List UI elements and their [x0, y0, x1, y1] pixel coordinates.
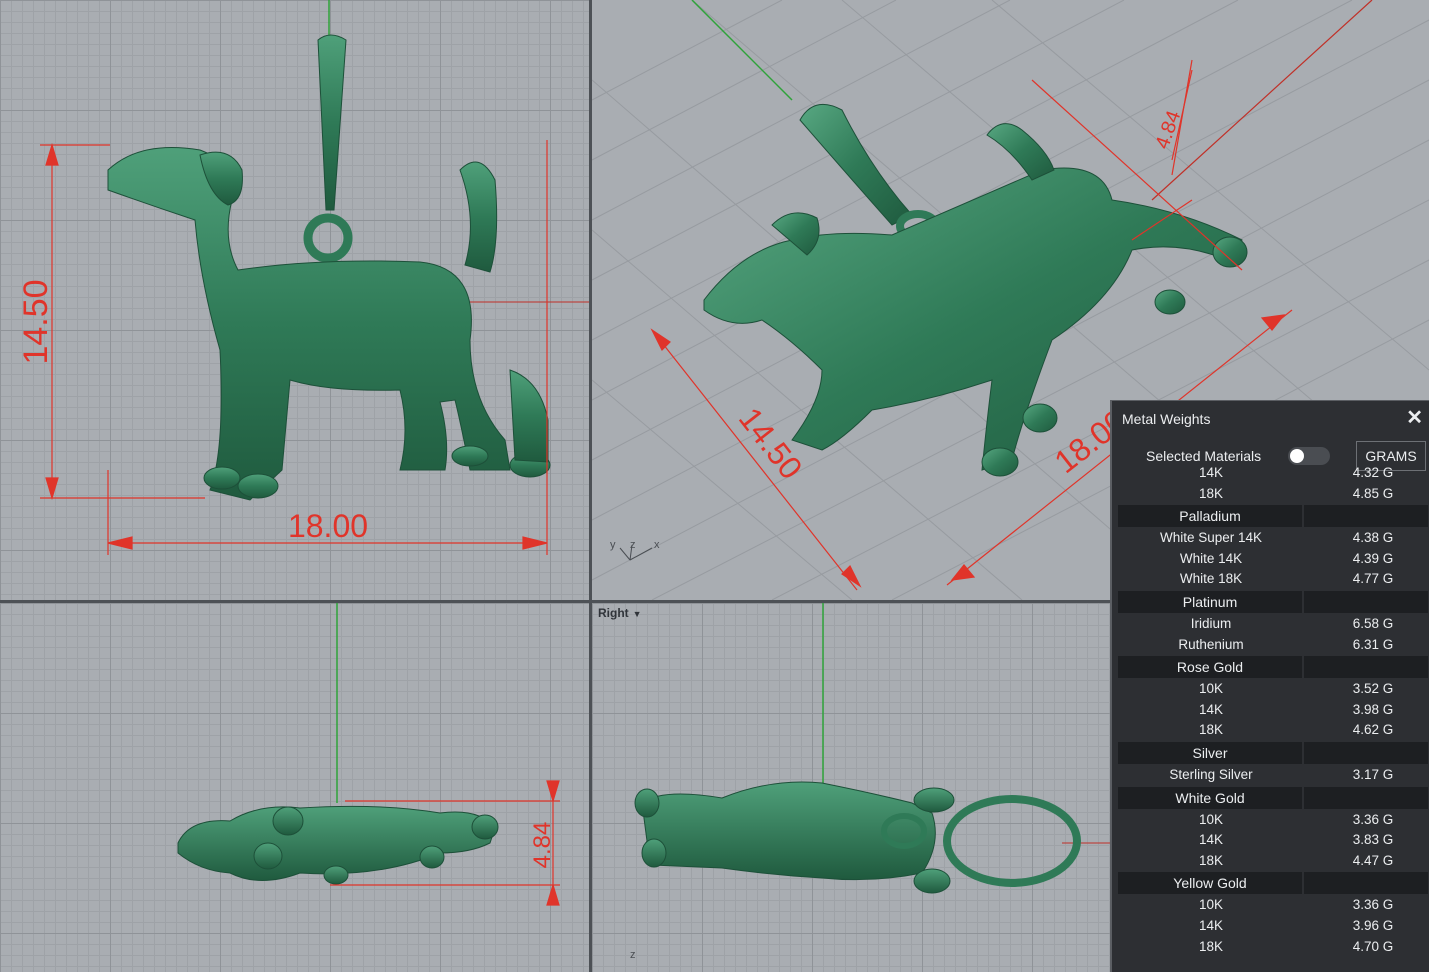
- weight-row[interactable]: 18K 4.70 G: [1118, 937, 1429, 958]
- material-weight: 3.36 G: [1352, 897, 1394, 913]
- axis-z-label: z: [630, 949, 636, 961]
- material-weight: 3.52 G: [1352, 681, 1394, 697]
- axis-z-label: z: [630, 539, 636, 551]
- material-name: White Super 14K: [1159, 530, 1263, 546]
- metal-group-header[interactable]: Platinum: [1118, 590, 1429, 613]
- material-name: 10K: [1198, 811, 1224, 827]
- axis-y-label: y: [610, 539, 616, 551]
- metal-group-name: Rose Gold: [1118, 656, 1302, 679]
- metal-weights-list[interactable]: 14K 4.32 G 18K 4.85 G Palladium White Super 1…: [1118, 465, 1429, 958]
- axis-x-label: x: [654, 539, 660, 551]
- weight-row[interactable]: 18K 4.62 G: [1118, 720, 1429, 741]
- metal-group-name: Yellow Gold: [1118, 872, 1302, 895]
- material-weight: 6.31 G: [1352, 636, 1394, 652]
- material-name: 10K: [1198, 897, 1224, 913]
- right-viewport-label[interactable]: Right ▼: [598, 606, 642, 620]
- material-weight: 4.39 G: [1352, 550, 1394, 566]
- metal-group-value-cell: [1304, 786, 1428, 809]
- metal-group-name: White Gold: [1118, 786, 1302, 809]
- top-viewport[interactable]: 4.84: [0, 603, 589, 972]
- metal-group-header[interactable]: Yellow Gold: [1118, 872, 1429, 895]
- metal-group-header[interactable]: Rose Gold: [1118, 656, 1429, 679]
- weight-row[interactable]: 14K 4.32 G: [1118, 463, 1429, 484]
- material-name: 18K: [1198, 485, 1224, 501]
- material-name: 18K: [1198, 722, 1224, 738]
- material-name: White 14K: [1179, 550, 1243, 566]
- weight-row[interactable]: 10K 3.36 G: [1118, 810, 1429, 831]
- material-name: 18K: [1198, 852, 1224, 868]
- material-name: 14K: [1198, 832, 1224, 848]
- material-weight: 4.62 G: [1352, 722, 1394, 738]
- panel-title: Metal Weights: [1122, 411, 1211, 427]
- bail-shape: [317, 34, 347, 211]
- weight-row[interactable]: 18K 4.47 G: [1118, 851, 1429, 872]
- material-weight: 3.17 G: [1352, 766, 1394, 782]
- material-name: Ruthenium: [1178, 636, 1244, 652]
- front-width-label: 18.00: [288, 508, 368, 544]
- material-name: White 18K: [1179, 571, 1243, 587]
- metal-group-value-cell: [1304, 590, 1428, 613]
- material-weight: 4.38 G: [1352, 530, 1394, 546]
- front-height-label: 14.50: [17, 279, 55, 364]
- metal-group-header[interactable]: Silver: [1118, 741, 1429, 764]
- material-name: 18K: [1198, 938, 1224, 954]
- weight-row[interactable]: Ruthenium 6.31 G: [1118, 635, 1429, 656]
- material-name: Sterling Silver: [1169, 766, 1253, 782]
- top-depth-label: 4.84: [529, 822, 556, 869]
- material-name: 14K: [1198, 917, 1224, 933]
- material-weight: 3.36 G: [1352, 811, 1394, 827]
- material-weight: 3.96 G: [1352, 917, 1394, 933]
- weight-row[interactable]: 10K 3.52 G: [1118, 679, 1429, 700]
- close-icon[interactable]: ✕: [1406, 405, 1423, 430]
- dog-model-top: [177, 805, 499, 885]
- metal-group-name: Platinum: [1118, 590, 1302, 613]
- metal-group-value-cell: [1304, 872, 1428, 895]
- metal-group-value-cell: [1304, 656, 1428, 679]
- top-view-canvas: 4.84: [177, 603, 560, 906]
- material-weight: 4.85 G: [1352, 485, 1394, 501]
- metal-group-name: Silver: [1118, 741, 1302, 764]
- dog-model-right: [634, 781, 1081, 894]
- weight-row[interactable]: White 14K 4.39 G: [1118, 549, 1429, 570]
- metal-group-header[interactable]: White Gold: [1118, 786, 1429, 809]
- metal-weights-panel: Metal Weights ✕ Selected Materials GRAMS…: [1110, 400, 1429, 972]
- material-weight: 3.83 G: [1352, 832, 1394, 848]
- front-viewport[interactable]: 14.50 18.00: [0, 0, 589, 600]
- material-name: Iridium: [1190, 615, 1232, 631]
- material-name: 10K: [1198, 681, 1224, 697]
- weight-row[interactable]: 14K 3.96 G: [1118, 916, 1429, 937]
- weight-row[interactable]: Sterling Silver 3.17 G: [1118, 765, 1429, 786]
- toggle-knob: [1290, 449, 1304, 463]
- material-weight: 4.70 G: [1352, 938, 1394, 954]
- metal-group-value-cell: [1304, 741, 1428, 764]
- weight-row[interactable]: 14K 3.83 G: [1118, 830, 1429, 851]
- selected-materials-label: Selected Materials: [1146, 448, 1262, 464]
- weight-row[interactable]: Iridium 6.58 G: [1118, 614, 1429, 635]
- metal-group-header[interactable]: Palladium: [1118, 505, 1429, 528]
- weight-row[interactable]: White 18K 4.77 G: [1118, 569, 1429, 590]
- viewport-divider-vertical[interactable]: [589, 0, 592, 972]
- chevron-down-icon[interactable]: ▼: [633, 609, 642, 619]
- front-view-canvas: 14.50 18.00: [17, 0, 589, 555]
- material-weight: 6.58 G: [1352, 615, 1394, 631]
- weight-row[interactable]: 18K 4.85 G: [1118, 484, 1429, 505]
- material-weight: 4.32 G: [1352, 465, 1394, 480]
- weight-row[interactable]: White Super 14K 4.38 G: [1118, 528, 1429, 549]
- material-weight: 3.98 G: [1352, 701, 1394, 717]
- metal-group-name: Palladium: [1118, 505, 1302, 528]
- material-weight: 4.77 G: [1352, 571, 1394, 587]
- material-weight: 4.47 G: [1352, 852, 1394, 868]
- material-name: 14K: [1198, 701, 1224, 717]
- weight-row[interactable]: 10K 3.36 G: [1118, 895, 1429, 916]
- metal-group-value-cell: [1304, 505, 1428, 528]
- weight-row[interactable]: 14K 3.98 G: [1118, 700, 1429, 721]
- jump-ring-shape: [303, 213, 353, 263]
- material-name: 14K: [1198, 465, 1224, 480]
